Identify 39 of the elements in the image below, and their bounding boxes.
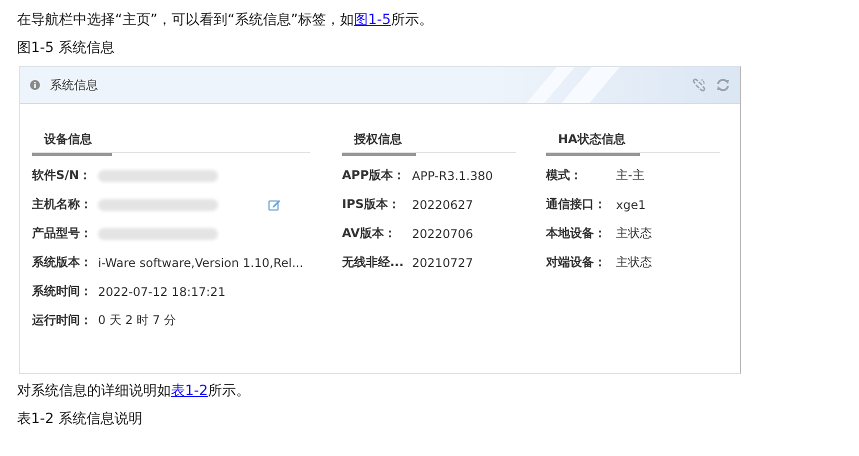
field-label: APP版本： (342, 167, 406, 184)
info-icon (30, 80, 40, 90)
field-value: 20220706 (412, 226, 474, 240)
field-value: xge1 (616, 198, 646, 212)
field-value: 0 天 2 时 7 分 (98, 312, 176, 329)
refresh-icon[interactable] (716, 78, 730, 92)
edit-icon[interactable] (268, 198, 281, 210)
field-value: i-Ware software,Version 1.10,Rel... (98, 256, 304, 270)
figure-caption: 图1-5 系统信息 (17, 39, 116, 58)
section-title: 授权信息 (342, 131, 416, 156)
field-label: 产品型号： (32, 225, 93, 242)
field-label: 对端设备： (546, 254, 607, 271)
field-label: 本地设备： (546, 225, 607, 242)
field-value: APP-R3.1.380 (412, 168, 493, 182)
field-label: 软件S/N： (32, 167, 92, 184)
field-label: 主机名称： (32, 196, 93, 213)
table-caption: 表1-2 系统信息说明 (17, 410, 144, 429)
intro-text: 在导航栏中选择“主页”，可以看到“系统信息”标签，如图1-5所示。 (17, 11, 434, 30)
field-value: 20220627 (412, 198, 474, 212)
table-link[interactable]: 表1-2 (171, 383, 208, 399)
field-label: 通信接口： (546, 196, 607, 213)
field-value: 2022-07-12 18:17:21 (98, 284, 226, 298)
field-label: IPS版本： (342, 196, 401, 213)
figure-link[interactable]: 图1-5 (354, 12, 391, 28)
field-label: 系统时间： (32, 283, 93, 300)
unlink-icon[interactable] (692, 78, 706, 92)
field-value: 主-主 (616, 167, 644, 184)
field-value: 主状态 (616, 254, 652, 271)
panel-title: 系统信息 (50, 76, 99, 94)
field-value: 20210727 (412, 256, 474, 270)
field-label: 模式： (546, 167, 583, 184)
field-value: 主状态 (616, 225, 652, 242)
section-title: 设备信息 (32, 131, 112, 156)
field-label: 无线非经... (342, 254, 405, 271)
field-label: 运行时间： (32, 312, 93, 329)
field-label: 系统版本： (32, 254, 93, 271)
description-text: 对系统信息的详细说明如表1-2所示。 (17, 382, 251, 401)
field-label: AV版本： (342, 225, 397, 242)
section-title: HA状态信息 (546, 131, 640, 156)
